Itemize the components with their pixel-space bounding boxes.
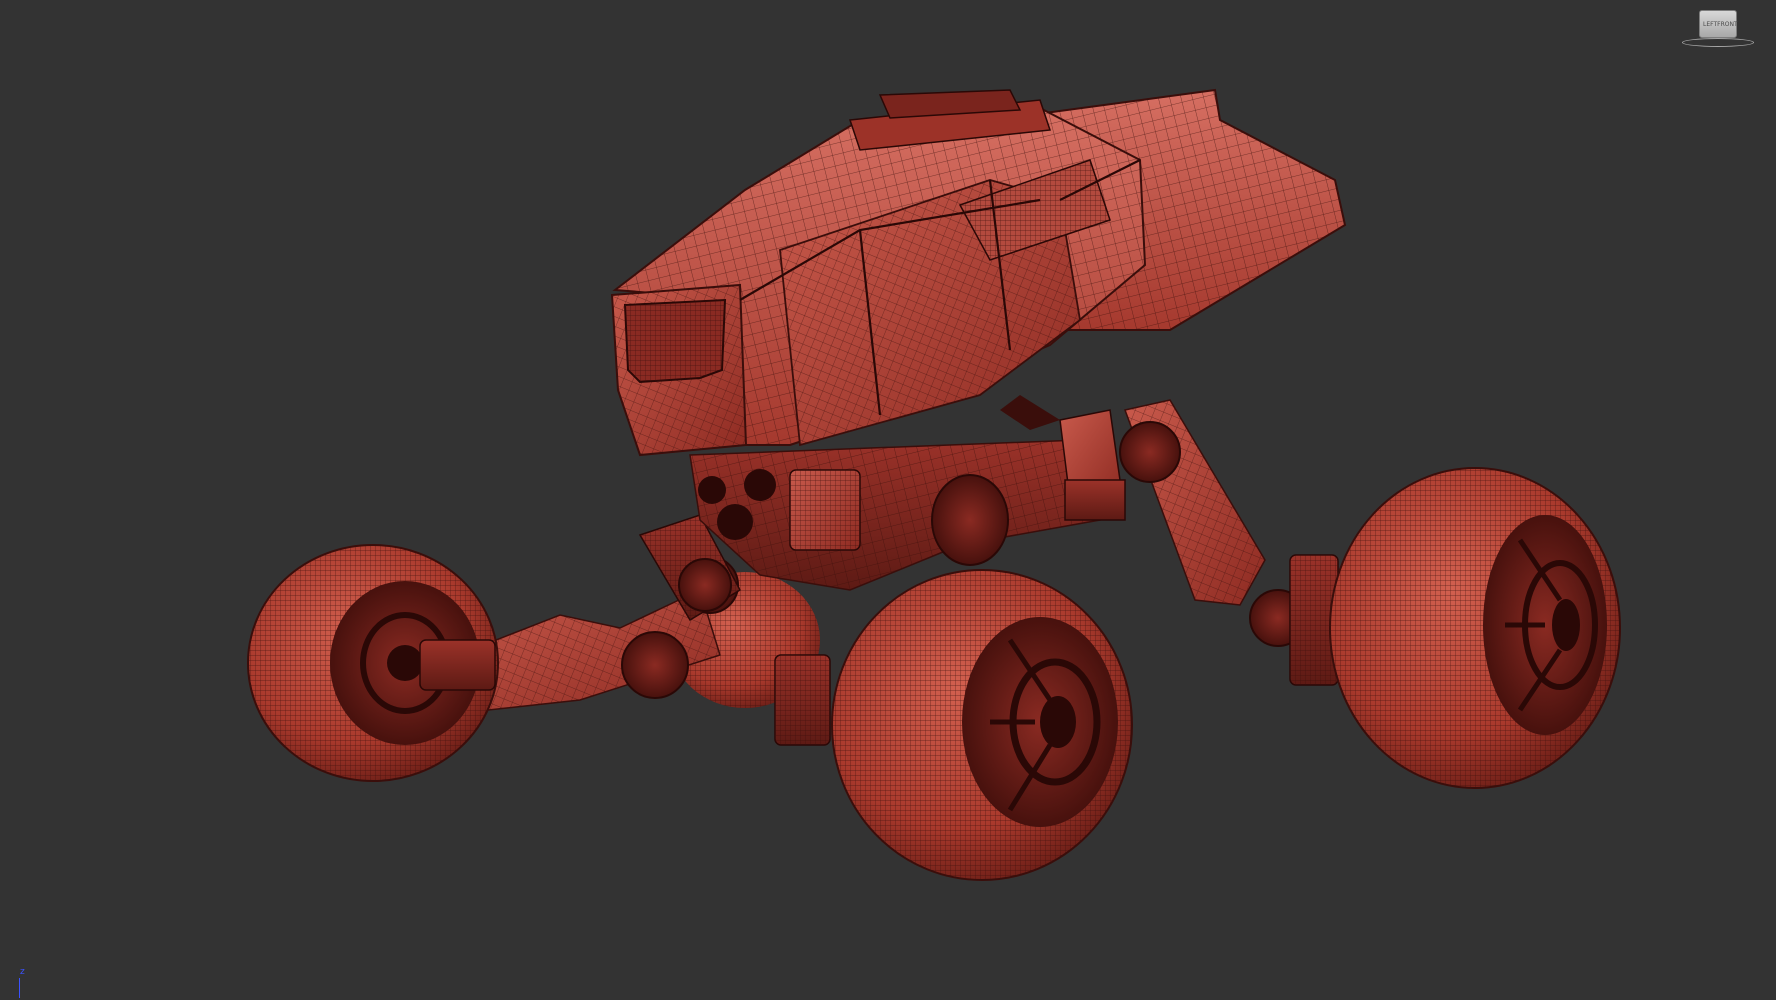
viewcube-navigator[interactable]: LEFT FRONT [1674,6,1754,48]
viewcube-compass-ring[interactable] [1682,38,1754,47]
front-center-wheel [774,569,1133,881]
axis-tripod-gizmo: z [14,968,34,998]
3d-viewport[interactable]: LEFT FRONT z [0,0,1776,1000]
right-wheel [1329,467,1621,789]
viewcube-front-label: FRONT [1717,20,1738,28]
axis-z-label: z [20,967,25,977]
rover-model-wireframe[interactable] [0,0,1776,1000]
viewcube-left-label: LEFT [1703,20,1718,28]
rover-hull [610,88,1347,457]
left-wheel [247,544,499,782]
axis-z-line [19,978,20,998]
right-strut-arm [1119,399,1339,686]
viewcube-face[interactable]: LEFT FRONT [1699,10,1738,38]
